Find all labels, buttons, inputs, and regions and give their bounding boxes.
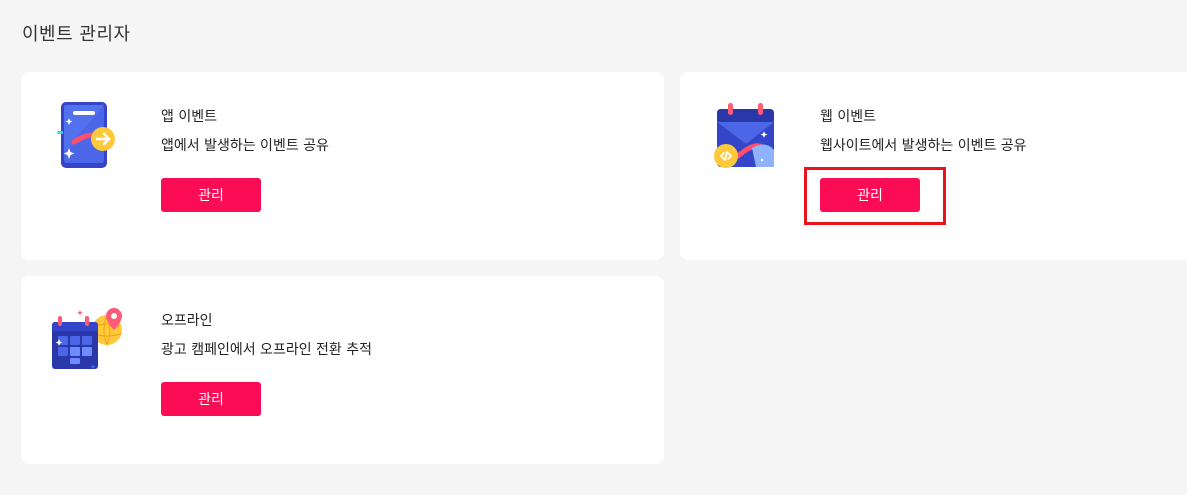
mobile-app-icon: [49, 98, 125, 174]
app-events-card: 앱 이벤트 앱에서 발생하는 이벤트 공유 관리: [21, 72, 664, 260]
app-events-title: 앱 이벤트: [161, 109, 217, 125]
web-calendar-code-icon: [708, 100, 784, 176]
app-events-description: 앱에서 발생하는 이벤트 공유: [161, 138, 329, 154]
page-title: 이벤트 관리자: [22, 24, 131, 45]
offline-events-manage-button[interactable]: 관리: [161, 382, 261, 416]
web-events-card: 웹 이벤트 웹사이트에서 발생하는 이벤트 공유 관리: [680, 72, 1187, 260]
web-events-description: 웹사이트에서 발생하는 이벤트 공유: [820, 138, 1027, 154]
offline-events-title: 오프라인: [161, 313, 213, 329]
offline-events-description: 광고 캠페인에서 오프라인 전환 추적: [161, 342, 372, 358]
offline-events-card: 오프라인 광고 캠페인에서 오프라인 전환 추적 관리: [21, 276, 664, 464]
offline-calendar-globe-icon: [49, 302, 125, 378]
app-events-manage-button[interactable]: 관리: [161, 178, 261, 212]
web-events-manage-button[interactable]: 관리: [820, 178, 920, 212]
web-events-title: 웹 이벤트: [820, 109, 876, 125]
